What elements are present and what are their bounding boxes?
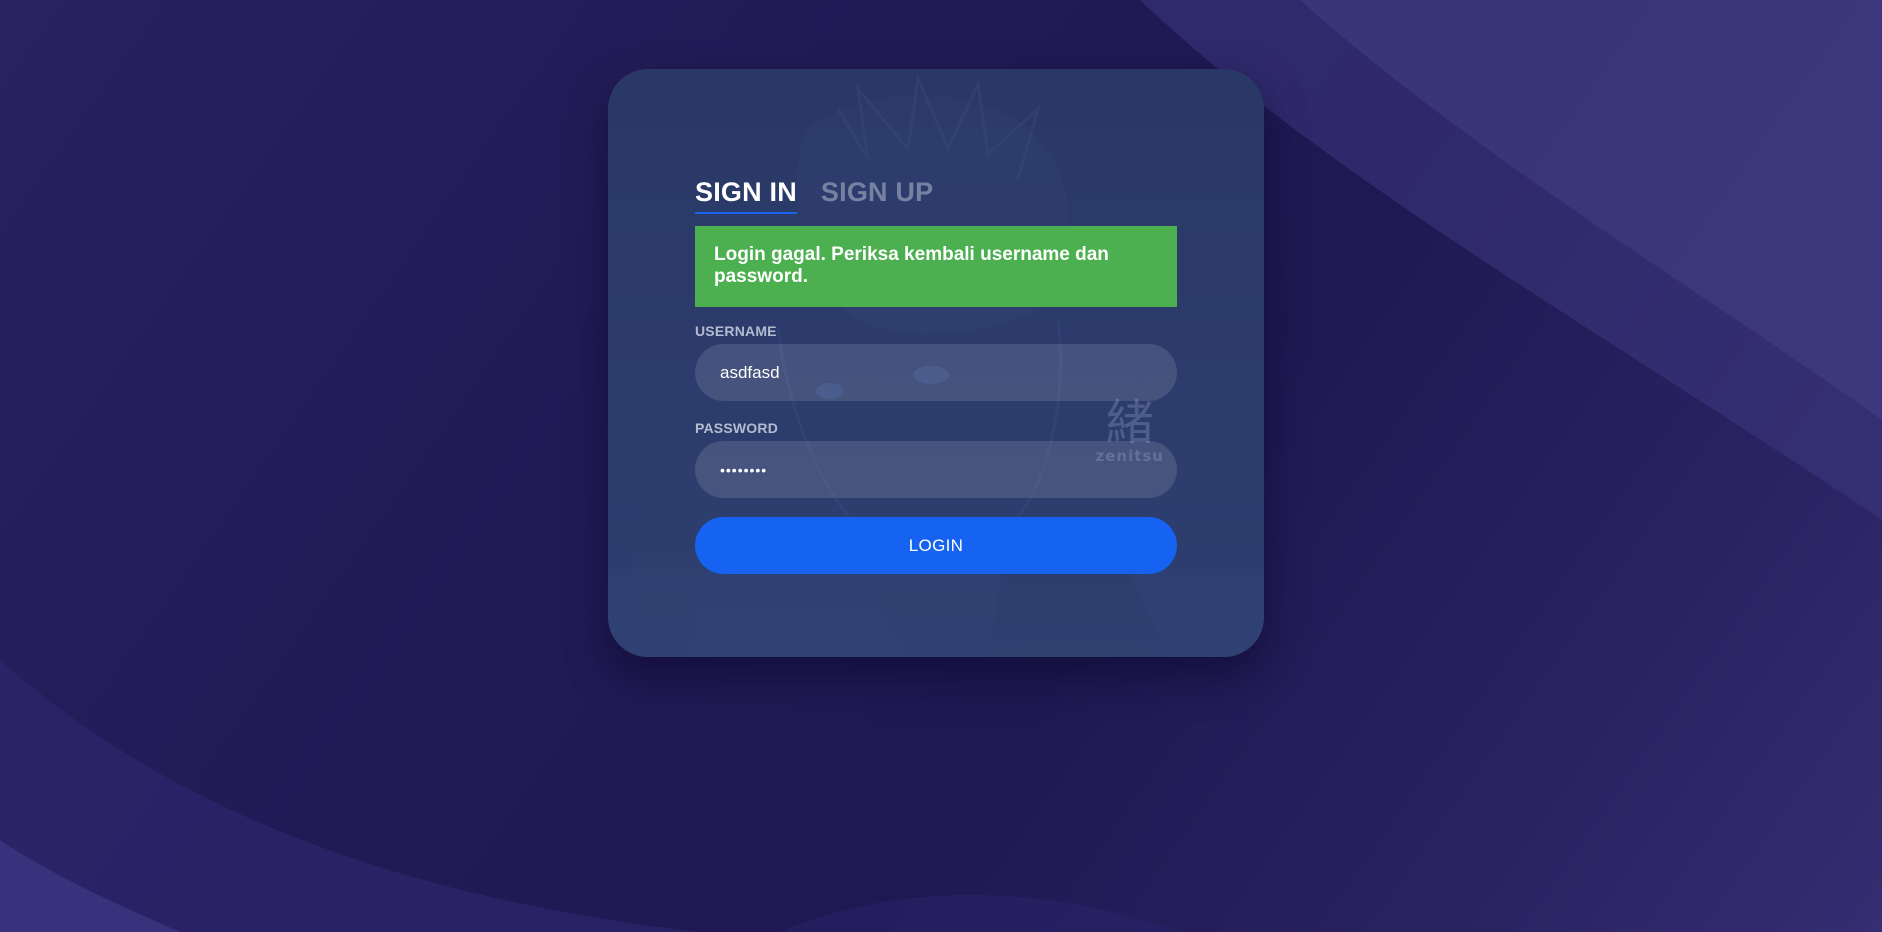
password-label: PASSWORD [695, 420, 779, 436]
password-input[interactable] [695, 441, 1177, 498]
username-input[interactable] [695, 344, 1177, 401]
error-alert: Login gagal. Periksa kembali username da… [695, 226, 1177, 307]
login-form: SIGN IN SIGN UP Login gagal. Periksa kem… [695, 174, 1177, 574]
auth-tabs: SIGN IN SIGN UP [695, 174, 1177, 214]
login-button[interactable]: LOGIN [695, 517, 1177, 574]
username-label: USERNAME [695, 323, 777, 339]
tab-sign-up[interactable]: SIGN UP [821, 177, 933, 214]
login-card: 緒 zenitsu SIGN IN SIGN UP Login gagal. P… [608, 69, 1264, 657]
tab-sign-in[interactable]: SIGN IN [695, 177, 797, 214]
